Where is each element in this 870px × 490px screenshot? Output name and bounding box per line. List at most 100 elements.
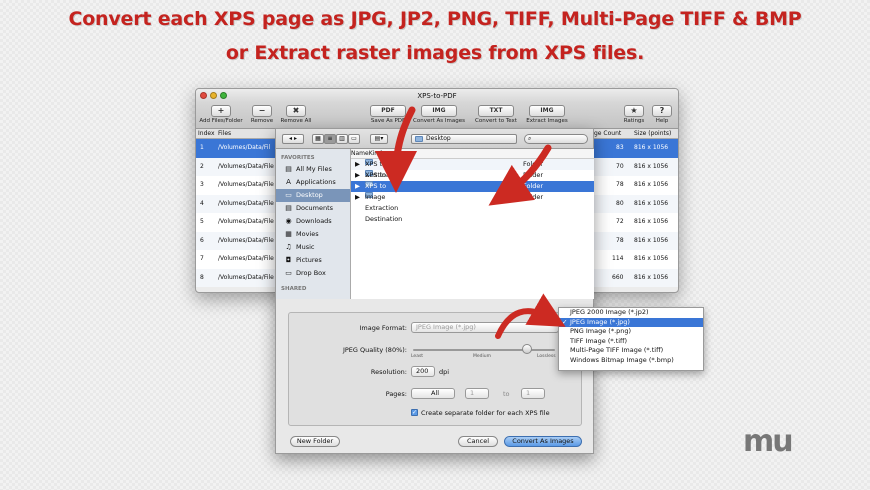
help-button[interactable]: ? Help <box>650 105 674 124</box>
remove-all-label: Remove All <box>280 118 312 124</box>
icon-view-button[interactable]: ▦ <box>312 134 324 144</box>
row-index: 6 <box>200 236 204 244</box>
convert-to-text-button[interactable]: TXT Convert to Text <box>470 105 522 124</box>
documents-icon: ▤ <box>285 204 292 212</box>
column-view-button[interactable]: ▥ <box>336 134 348 144</box>
sidebar-item-movies[interactable]: ▦ Movies <box>276 228 350 241</box>
sidebar-item-all-my-files[interactable]: ▤ All My Files <box>276 163 350 176</box>
sidebar-item-music[interactable]: ♫ Music <box>276 241 350 254</box>
list-item[interactable]: ▶ XPS to Text Destination Folder <box>351 159 594 179</box>
menu-item-jpg[interactable]: ✓ JPEG Image (*.jpg) <box>559 317 703 327</box>
sidebar-item-drop-box[interactable]: ▭ Drop Box <box>276 267 350 280</box>
col-files[interactable]: Files <box>218 129 231 139</box>
page-from-stepper[interactable]: 1 <box>465 388 489 399</box>
disclosure-icon[interactable]: ▶ <box>355 192 360 203</box>
image-format-popup[interactable]: JPEG Image (*.jpg) <box>411 322 559 333</box>
add-files-button[interactable]: + Add Files/Folder <box>198 105 244 124</box>
quality-least-label: Least <box>411 354 424 359</box>
col-page-count[interactable]: ge Count <box>594 129 621 139</box>
convert-as-images-button[interactable]: Convert As Images <box>504 436 582 447</box>
coverflow-view-button[interactable]: ▭ <box>348 134 360 144</box>
sidebar-item-label: Pictures <box>296 256 322 264</box>
new-folder-button[interactable]: New Folder <box>290 436 340 447</box>
row-file: /Volumes/Data/File <box>218 162 274 170</box>
downloads-icon: ◉ <box>285 217 292 225</box>
sidebar-item-label: Documents <box>296 204 334 212</box>
list-item[interactable]: ▶ XPS to Image Destination Folder <box>351 181 594 212</box>
remove-all-button[interactable]: ✖ Remove All <box>278 105 314 124</box>
row-file: /Volumes/Data/Fil <box>218 144 271 151</box>
sidebar-item-documents[interactable]: ▤ Documents <box>276 202 350 215</box>
menu-item-label: Windows Bitmap Image (*.bmp) <box>570 355 674 364</box>
extract-images-button[interactable]: IMG Extract Images <box>524 105 570 124</box>
sidebar-item-label: Movies <box>296 230 319 238</box>
file-kind: Folder <box>523 171 544 179</box>
zoom-window-button[interactable] <box>220 92 227 99</box>
sidebar-item-desktop[interactable]: ▭ Desktop <box>276 189 350 202</box>
jpeg-quality-label: JPEG Quality (80%): <box>342 346 407 354</box>
ratings-button[interactable]: ★ Ratings <box>622 105 646 124</box>
sidebar-item-applications[interactable]: A Applications <box>276 176 350 189</box>
row-count: 83 <box>616 144 624 151</box>
menu-item-multipage-tiff[interactable]: Multi-Page TIFF Image (*.tiff) <box>559 346 703 356</box>
row-index: 3 <box>200 181 204 188</box>
all-files-icon: ▤ <box>285 165 292 173</box>
convert-as-images-button[interactable]: IMG Convert As Images <box>410 105 468 124</box>
row-file: /Volumes/Data/File <box>218 273 274 281</box>
page-to-stepper[interactable]: 1 <box>521 388 545 399</box>
col-size[interactable]: Size (points) <box>634 129 671 139</box>
col-name[interactable]: Name <box>351 150 369 157</box>
remove-button[interactable]: − Remove <box>248 105 276 124</box>
cancel-button[interactable]: Cancel <box>458 436 498 447</box>
sidebar-item-pictures[interactable]: ◘ Pictures <box>276 254 350 267</box>
quality-slider-knob[interactable] <box>521 344 532 354</box>
disclosure-icon[interactable]: ▶ <box>355 181 360 192</box>
row-count: 78 <box>616 236 624 244</box>
save-as-pdf-button[interactable]: PDF Save As PDF <box>366 105 410 124</box>
img-doc-icon: IMG <box>421 105 457 117</box>
search-field[interactable]: ⌕ <box>524 134 588 144</box>
disclosure-icon[interactable]: ▶ <box>355 170 360 181</box>
col-kind[interactable]: Kind <box>369 150 382 157</box>
list-item[interactable]: ▶ Image Extraction Destination Folder <box>351 192 594 223</box>
row-count: 80 <box>616 199 624 207</box>
row-count: 78 <box>616 181 624 188</box>
ratings-label: Ratings <box>623 118 645 124</box>
image-format-label: Image Format: <box>359 324 407 332</box>
window-title: XPS-to-PDF <box>417 92 457 100</box>
pages-label: Pages: <box>385 390 407 398</box>
x-icon: ✖ <box>286 105 306 117</box>
menu-item-tiff[interactable]: TIFF Image (*.tiff) <box>559 337 703 347</box>
minus-icon: − <box>252 105 272 117</box>
row-index: 4 <box>200 199 204 207</box>
arrange-button[interactable]: ▤▾ <box>370 134 388 144</box>
pictures-icon: ◘ <box>285 256 292 264</box>
row-size: 816 x 1056 <box>634 255 669 262</box>
new-folder-label: New Folder <box>296 437 334 445</box>
menu-item-bmp[interactable]: Windows Bitmap Image (*.bmp) <box>559 356 703 366</box>
desktop-icon: ▭ <box>285 191 292 199</box>
disclosure-icon[interactable]: ▶ <box>355 159 360 170</box>
resolution-popup[interactable]: 200 <box>411 366 435 377</box>
file-kind: Folder <box>523 193 544 201</box>
list-view-button[interactable]: ≡ <box>324 134 336 144</box>
checkbox-separate-folder[interactable]: ✓ <box>411 409 418 416</box>
row-file: /Volumes/Data/File <box>218 181 274 188</box>
sidebar-item-downloads[interactable]: ◉ Downloads <box>276 215 350 228</box>
minimize-window-button[interactable] <box>210 92 217 99</box>
image-format-value: JPEG Image (*.jpg) <box>416 323 476 331</box>
back-forward-buttons[interactable]: ◂ ▸ <box>282 134 304 144</box>
pages-popup[interactable]: All <box>411 388 455 399</box>
menu-item-jp2[interactable]: JPEG 2000 Image (*.jp2) <box>559 308 703 318</box>
headline-line1: Convert each XPS page as JPG, JP2, PNG, … <box>68 8 802 30</box>
row-size: 816 x 1056 <box>634 144 669 151</box>
list-item[interactable]: ▶XPS to PDF DestinationFolder <box>351 170 594 190</box>
menu-item-label: Multi-Page TIFF Image (*.tiff) <box>570 346 664 354</box>
quality-slider-track[interactable] <box>413 349 555 351</box>
file-browser: NameKind ▶ XPS to Text Destination Folder … <box>351 149 594 299</box>
col-index[interactable]: Index <box>198 129 215 139</box>
convert-to-text-label: Convert to Text <box>475 118 517 124</box>
menu-item-png[interactable]: PNG Image (*.png) <box>559 327 703 337</box>
close-window-button[interactable] <box>200 92 207 99</box>
location-popup[interactable]: Desktop <box>411 134 517 144</box>
